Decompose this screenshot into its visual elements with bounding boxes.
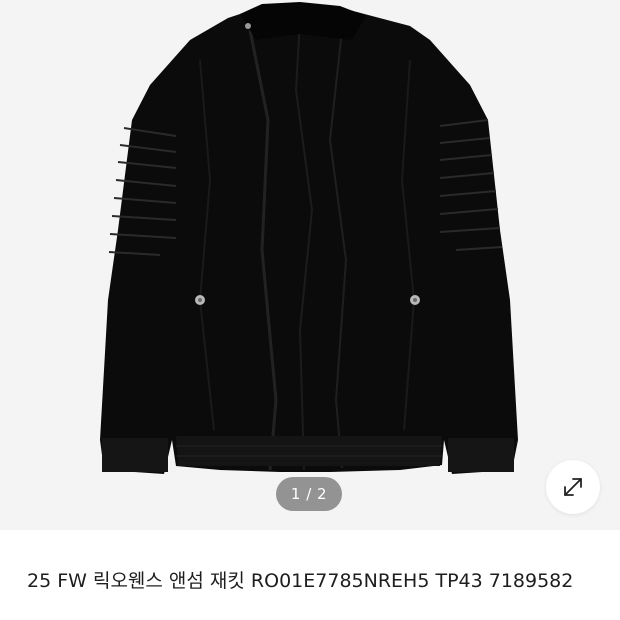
product-title: 25 FW 릭오웬스 앤섬 재킷 RO01E7785NREH5 TP43 718… xyxy=(27,570,574,592)
expand-icon xyxy=(564,478,582,496)
product-detail-page: 1 / 2 25 FW 릭오웬스 앤섬 재킷 RO01E7785NREH5 TP… xyxy=(0,0,620,620)
product-image[interactable] xyxy=(0,0,620,530)
image-pager-indicator: 1 / 2 xyxy=(276,477,342,511)
expand-image-button[interactable] xyxy=(546,460,600,514)
image-gallery[interactable]: 1 / 2 xyxy=(0,0,620,530)
